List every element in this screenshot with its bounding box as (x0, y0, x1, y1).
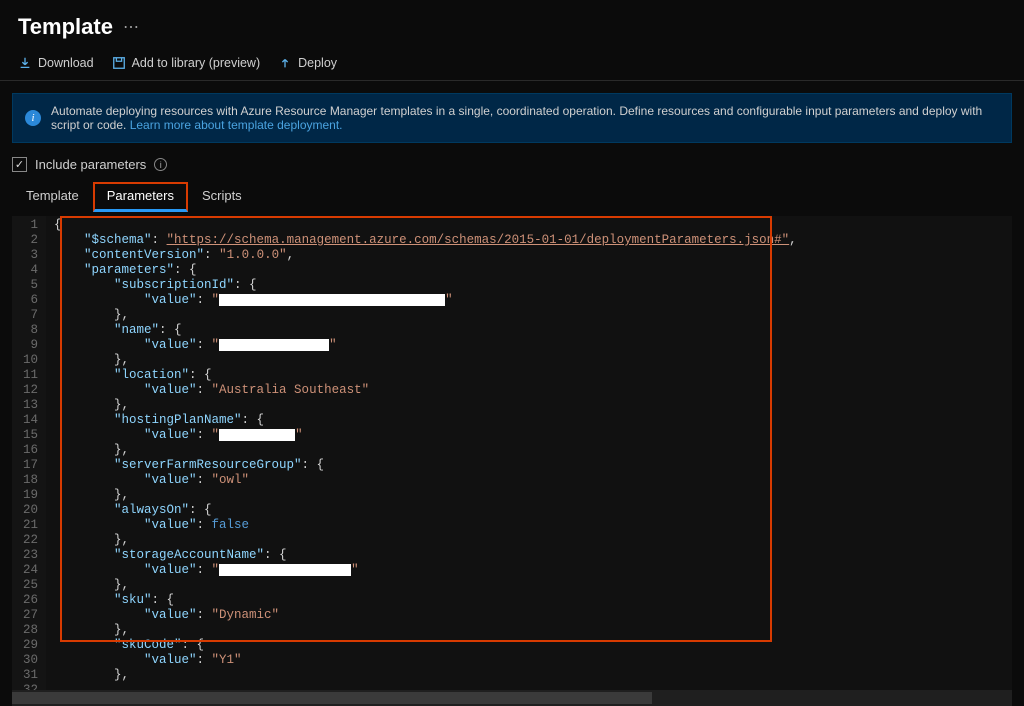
download-button[interactable]: Download (18, 56, 94, 70)
command-bar: Download Add to library (preview) Deploy (0, 50, 1024, 81)
tab-template[interactable]: Template (12, 182, 93, 212)
download-icon (18, 56, 32, 70)
editor-wrap: 1234567891011121314151617181920212223242… (12, 216, 1012, 706)
tab-parameters[interactable]: Parameters (93, 182, 188, 212)
tab-list: Template Parameters Scripts (0, 182, 1024, 212)
horizontal-scrollbar[interactable] (12, 690, 1012, 706)
learn-more-link[interactable]: Learn more about template deployment. (130, 118, 343, 132)
code-editor[interactable]: 1234567891011121314151617181920212223242… (12, 216, 1012, 706)
more-button[interactable]: ⋯ (123, 17, 140, 37)
include-parameters-label: Include parameters (35, 157, 146, 172)
tab-scripts[interactable]: Scripts (188, 182, 256, 212)
deploy-icon (278, 56, 292, 70)
include-parameters-checkbox[interactable]: ✓ (12, 157, 27, 172)
page-title: Template (18, 14, 113, 40)
include-parameters-row: ✓ Include parameters i (0, 153, 1024, 182)
add-library-button[interactable]: Add to library (preview) (112, 56, 261, 70)
include-parameters-info-icon[interactable]: i (154, 158, 167, 171)
line-gutter: 1234567891011121314151617181920212223242… (12, 216, 46, 706)
info-icon: i (25, 110, 41, 126)
add-library-label: Add to library (preview) (132, 56, 261, 70)
info-text: Automate deploying resources with Azure … (51, 104, 999, 132)
horizontal-scrollbar-thumb[interactable] (12, 692, 652, 704)
deploy-label: Deploy (298, 56, 337, 70)
info-banner: i Automate deploying resources with Azur… (12, 93, 1012, 143)
code-area[interactable]: { "$schema": "https://schema.management.… (46, 216, 1012, 706)
deploy-button[interactable]: Deploy (278, 56, 337, 70)
page-header: Template ⋯ (0, 0, 1024, 50)
download-label: Download (38, 56, 94, 70)
save-icon (112, 56, 126, 70)
